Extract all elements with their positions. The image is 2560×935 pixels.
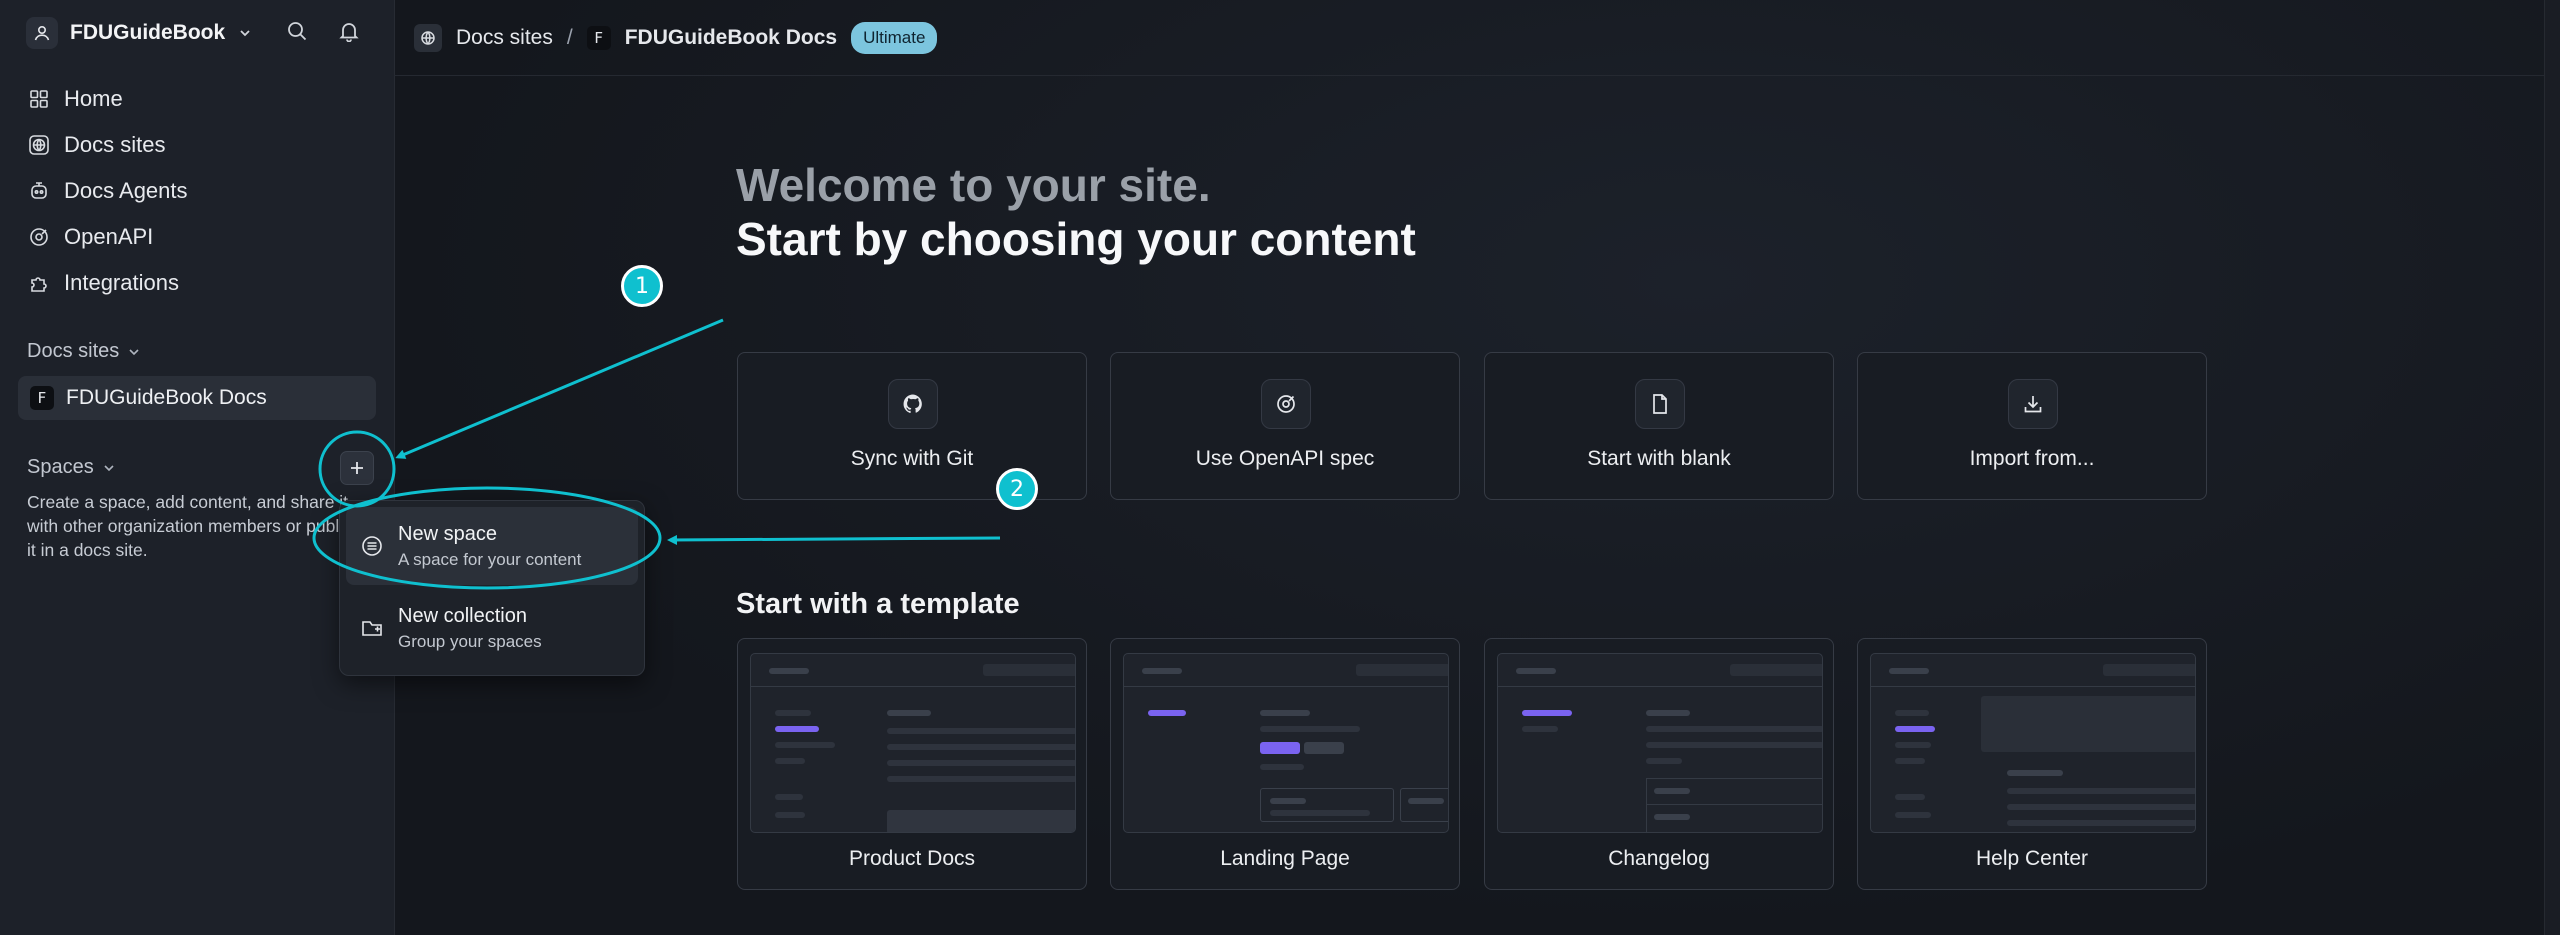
file-icon xyxy=(1635,379,1685,429)
sidebar-item-label: Docs sites xyxy=(64,132,166,157)
breadcrumb-site-name[interactable]: FDUGuideBook Docs xyxy=(625,26,837,50)
card-label: Import from... xyxy=(1969,447,2095,470)
template-landing-page[interactable]: Landing Page xyxy=(1110,638,1460,890)
menu-item-new-collection[interactable]: New collection Group your spaces xyxy=(346,589,638,667)
globe-icon xyxy=(414,23,442,52)
org-switcher[interactable]: FDUGuideBook xyxy=(26,16,253,50)
sidebar-item-home[interactable]: Home xyxy=(18,76,374,122)
agent-icon xyxy=(31,182,47,199)
menu-item-title: New collection xyxy=(398,604,527,627)
openapi-icon xyxy=(1261,379,1311,429)
org-avatar-icon xyxy=(26,17,58,49)
sidebar-item-docs-agents[interactable]: Docs Agents xyxy=(18,168,374,214)
sidebar-item-integrations[interactable]: Integrations xyxy=(18,260,374,306)
site-logo-badge: F xyxy=(30,386,54,410)
step-badge-1: 1 xyxy=(621,265,663,307)
chevron-down-icon xyxy=(240,30,250,37)
sidebar-item-site[interactable]: F FDUGuideBook Docs xyxy=(18,376,376,420)
openapi-icon xyxy=(30,228,48,246)
card-label: Start with blank xyxy=(1587,447,1731,470)
menu-item-subtitle: Group your spaces xyxy=(398,631,542,651)
right-panel-edge xyxy=(2544,0,2560,935)
site-logo-badge: F xyxy=(586,25,611,50)
sidebar-item-docs-sites[interactable]: Docs sites xyxy=(18,122,374,168)
breadcrumb-separator: / xyxy=(566,25,573,49)
template-preview xyxy=(1497,653,1823,833)
template-label: Landing Page xyxy=(1220,847,1350,870)
plus-icon xyxy=(351,462,363,474)
card-label: Sync with Git xyxy=(850,447,974,470)
sidebar-item-label: Integrations xyxy=(64,270,179,295)
template-preview xyxy=(750,653,1076,833)
sidebar-item-label: Docs Agents xyxy=(64,178,188,203)
space-icon xyxy=(362,536,382,556)
menu-item-subtitle: A space for your content xyxy=(398,549,582,569)
plan-badge: Ultimate xyxy=(851,21,938,54)
template-label: Changelog xyxy=(1608,847,1710,870)
template-preview xyxy=(1870,653,2196,833)
template-product-docs[interactable]: Product Docs xyxy=(737,638,1087,890)
start-blank-card[interactable]: Start with blank xyxy=(1484,352,1834,500)
add-menu-dropdown: New space A space for your content New c… xyxy=(339,500,645,676)
download-icon xyxy=(2008,379,2058,429)
template-changelog[interactable]: Changelog xyxy=(1484,638,1834,890)
menu-item-new-space[interactable]: New space A space for your content xyxy=(346,507,638,585)
docs-sites-section-label: Docs sites xyxy=(27,340,120,362)
breadcrumb-docs-sites[interactable]: Docs sites xyxy=(456,26,553,50)
chevron-down-icon xyxy=(129,348,139,355)
page-title: Start by choosing your content xyxy=(736,213,1416,265)
template-help-center[interactable]: Help Center xyxy=(1857,638,2207,890)
bell-icon[interactable] xyxy=(334,16,364,46)
search-icon[interactable] xyxy=(282,16,312,46)
sidebar: FDUGuideBook Home Docs sites Docs Agents… xyxy=(0,0,394,935)
import-from-card[interactable]: Import from... xyxy=(1857,352,2207,500)
spaces-empty-description: Create a space, add content, and share i… xyxy=(27,492,362,560)
org-name: FDUGuideBook xyxy=(70,21,226,44)
github-icon xyxy=(888,379,938,429)
add-space-button[interactable] xyxy=(340,451,374,485)
sidebar-item-label: FDUGuideBook Docs xyxy=(66,386,267,409)
globe-icon xyxy=(29,135,49,155)
spaces-section-label: Spaces xyxy=(27,456,94,478)
sidebar-item-openapi[interactable]: OpenAPI xyxy=(18,214,374,260)
sidebar-item-label: Home xyxy=(64,86,123,111)
docs-sites-section-toggle[interactable]: Docs sites xyxy=(27,340,141,363)
main-content xyxy=(394,0,2560,935)
chevron-down-icon xyxy=(104,464,114,471)
folder-plus-icon xyxy=(362,621,382,636)
puzzle-icon xyxy=(31,277,47,292)
breadcrumb: Docs sites / F FDUGuideBook Docs Ultimat… xyxy=(394,0,2544,76)
template-section-title: Start with a template xyxy=(736,588,1020,620)
menu-item-title: New space xyxy=(398,522,497,545)
welcome-heading: Welcome to your site. xyxy=(736,159,1211,211)
card-label: Use OpenAPI spec xyxy=(1195,447,1375,470)
grid-icon xyxy=(30,90,48,108)
step-badge-2: 2 xyxy=(996,468,1038,510)
spaces-section-toggle[interactable]: Spaces xyxy=(27,456,116,479)
template-preview xyxy=(1123,653,1449,833)
sidebar-item-label: OpenAPI xyxy=(64,224,154,249)
template-label: Help Center xyxy=(1975,847,2089,870)
sidebar-nav: Home Docs sites Docs Agents OpenAPI Inte… xyxy=(18,76,374,306)
template-label: Product Docs xyxy=(848,847,976,870)
use-openapi-card[interactable]: Use OpenAPI spec xyxy=(1110,352,1460,500)
